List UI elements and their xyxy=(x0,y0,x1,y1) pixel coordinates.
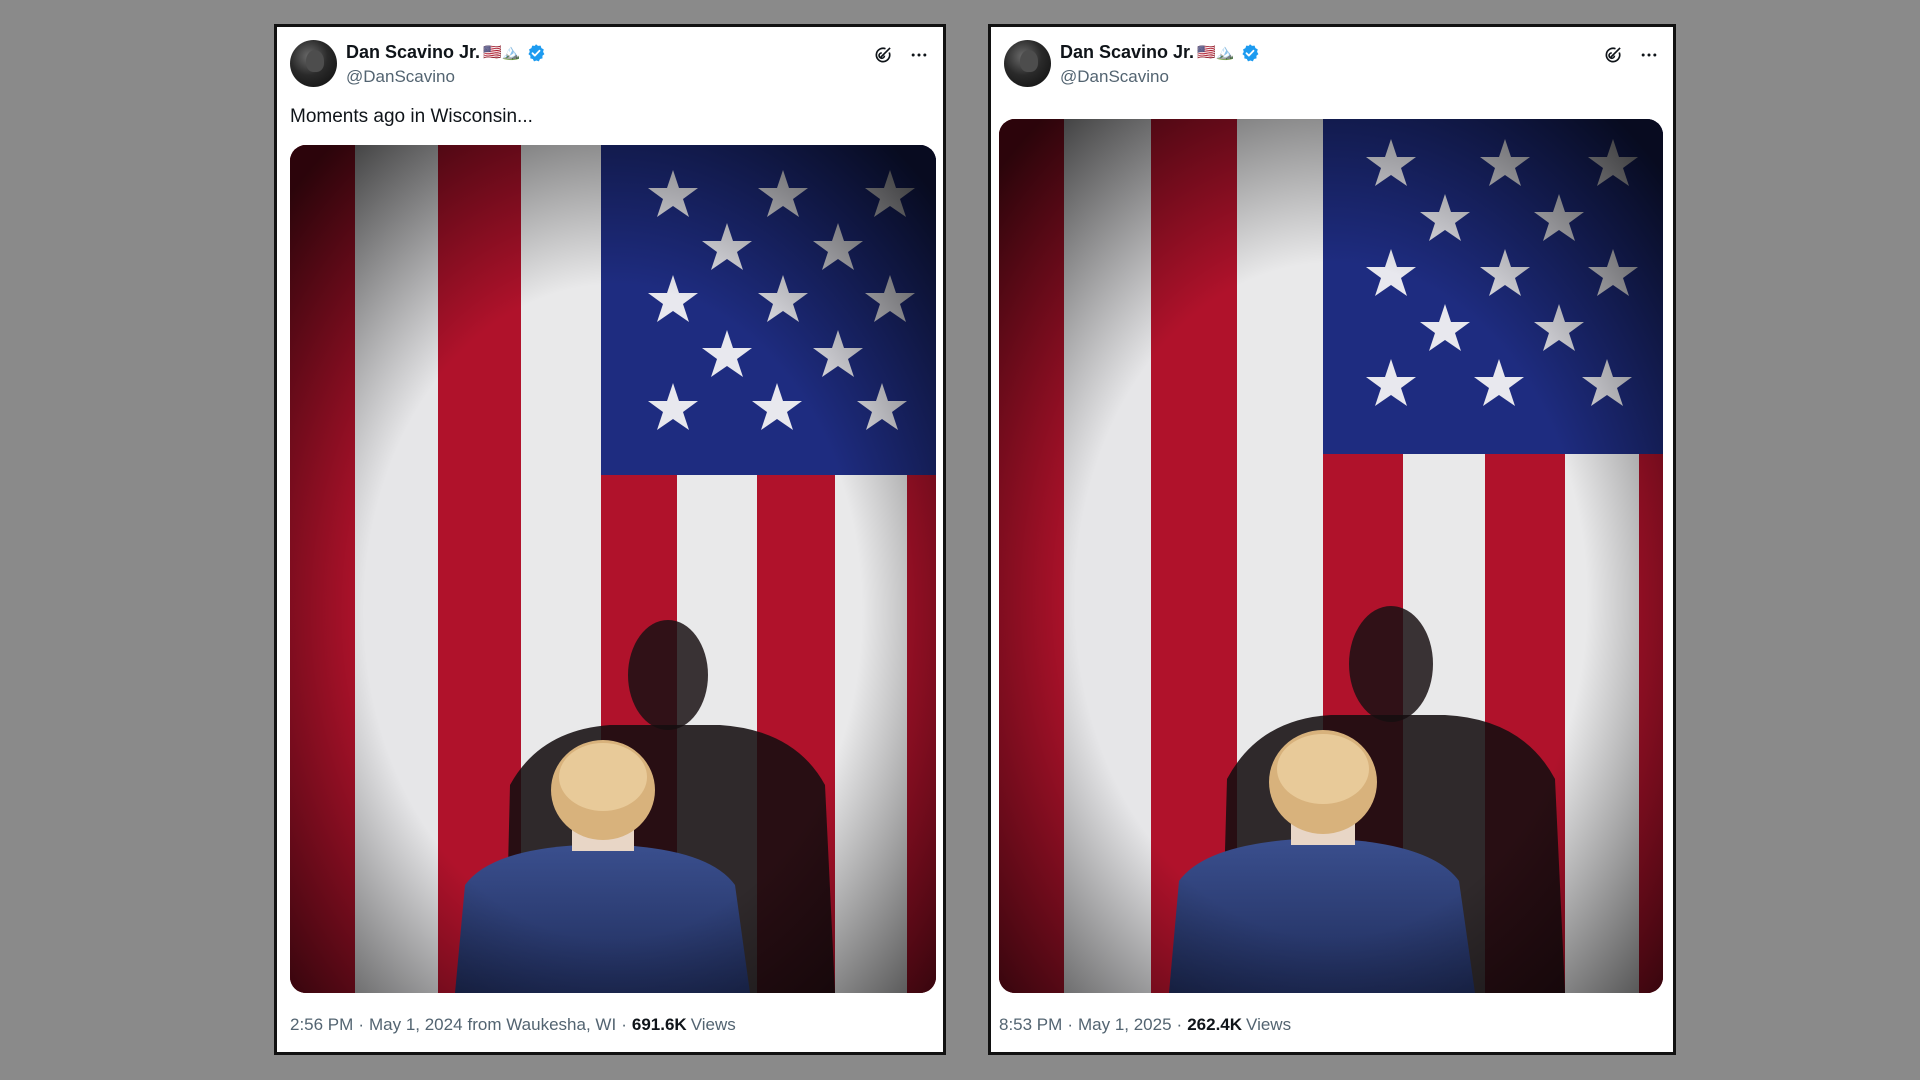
views-label: Views xyxy=(1246,1015,1292,1034)
views-count[interactable]: 262.4K xyxy=(1187,1015,1242,1035)
tweet-actions xyxy=(872,44,930,66)
tweet-header: Dan Scavino Jr. 🇺🇸🏔️ @DanScavino xyxy=(1004,40,1660,92)
tweet-card-1[interactable]: Dan Scavino Jr. 🇺🇸🏔️ @DanScavino Moments… xyxy=(274,24,946,1055)
verified-badge-icon[interactable] xyxy=(526,43,546,63)
author-name-row[interactable]: Dan Scavino Jr. 🇺🇸🏔️ xyxy=(346,42,546,63)
author-emoji: 🇺🇸🏔️ xyxy=(483,44,521,61)
tweet-meta: 2:56 PM · May 1, 2024 from Waukesha, WI … xyxy=(290,1015,736,1035)
author-name[interactable]: Dan Scavino Jr. xyxy=(346,42,480,63)
author-handle[interactable]: @DanScavino xyxy=(1060,67,1169,87)
flag-photo-icon xyxy=(290,145,936,993)
tweet-card-2[interactable]: Dan Scavino Jr. 🇺🇸🏔️ @DanScavino 8:53 PM… xyxy=(988,24,1676,1055)
author-avatar[interactable] xyxy=(1004,40,1051,87)
author-avatar[interactable] xyxy=(290,40,337,87)
tweet-photo[interactable] xyxy=(290,145,936,993)
tweet-actions xyxy=(1602,44,1660,66)
more-icon[interactable] xyxy=(1638,44,1660,66)
tweet-photo[interactable] xyxy=(999,119,1663,993)
author-name[interactable]: Dan Scavino Jr. xyxy=(1060,42,1194,63)
tweet-meta: 8:53 PM · May 1, 2025 · 262.4K Views xyxy=(999,1015,1292,1035)
tweet-header: Dan Scavino Jr. 🇺🇸🏔️ @DanScavino xyxy=(290,40,930,92)
tweet-text: Moments ago in Wisconsin... xyxy=(290,106,533,127)
tweet-date[interactable]: May 1, 2025 xyxy=(1078,1015,1172,1035)
author-handle[interactable]: @DanScavino xyxy=(346,67,455,87)
views-count[interactable]: 691.6K xyxy=(632,1015,687,1035)
more-icon[interactable] xyxy=(908,44,930,66)
grok-icon[interactable] xyxy=(1602,44,1624,66)
verified-badge-icon[interactable] xyxy=(1240,43,1260,63)
author-emoji: 🇺🇸🏔️ xyxy=(1197,44,1235,61)
tweet-time[interactable]: 8:53 PM xyxy=(999,1015,1062,1035)
tweet-time[interactable]: 2:56 PM xyxy=(290,1015,353,1035)
author-name-row[interactable]: Dan Scavino Jr. 🇺🇸🏔️ xyxy=(1060,42,1260,63)
tweet-location[interactable]: from Waukesha, WI xyxy=(468,1015,617,1035)
grok-icon[interactable] xyxy=(872,44,894,66)
tweet-date[interactable]: May 1, 2024 xyxy=(369,1015,463,1035)
flag-photo-icon xyxy=(999,119,1663,993)
views-label: Views xyxy=(690,1015,736,1034)
